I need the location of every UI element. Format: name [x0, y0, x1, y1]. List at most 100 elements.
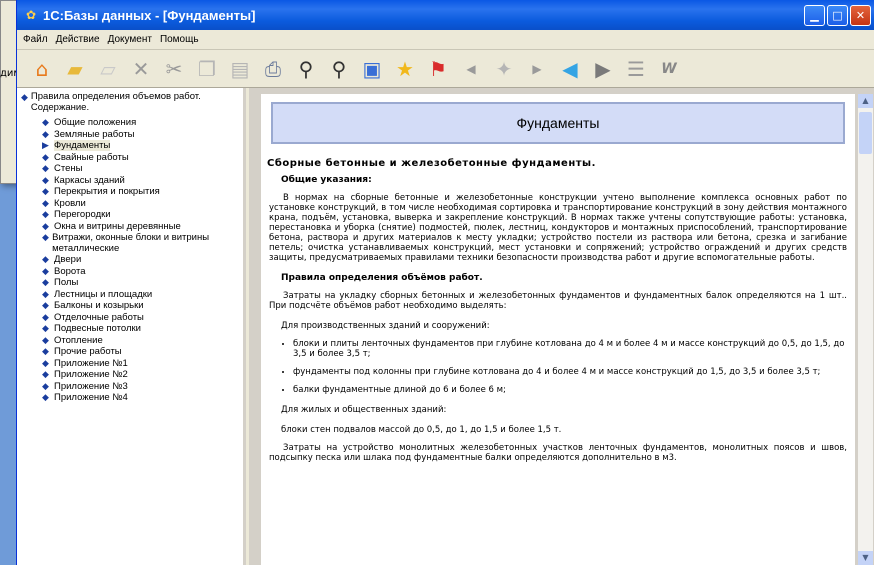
- subheading-rules: Правила определения объёмов работ.: [281, 273, 483, 283]
- tree-item-label: Перегородки: [54, 209, 111, 221]
- tree-item[interactable]: ◆ Прочие работы: [17, 346, 243, 358]
- tree-item[interactable]: ▶ Фундаменты: [17, 140, 243, 152]
- section-heading: Сборные бетонные и железобетонные фундам…: [267, 158, 596, 169]
- diamond-icon: ◆: [42, 288, 49, 299]
- document-view: Фундаменты Сборные бетонные и железобето…: [261, 94, 855, 565]
- delete-icon[interactable]: ✕: [126, 54, 156, 84]
- diamond-icon: ◆: [42, 300, 49, 311]
- tree-item-label: Приложение №3: [54, 380, 128, 392]
- menu-action[interactable]: Действие: [56, 34, 100, 45]
- title-bar[interactable]: ✿ 1С:Базы данных - [Фундаменты] ▁ □ ✕: [17, 0, 874, 30]
- maximize-button[interactable]: □: [827, 4, 848, 26]
- open-folder-icon[interactable]: ▰: [60, 54, 90, 84]
- scroll-down-button[interactable]: ▼: [858, 551, 873, 565]
- favorite-star-icon[interactable]: ★: [390, 54, 420, 84]
- tree-item[interactable]: ◆ Стены: [17, 163, 243, 175]
- diamond-icon: ◆: [42, 334, 49, 345]
- window-title: 1С:Базы данных - [Фундаменты]: [43, 7, 256, 23]
- tree-item[interactable]: ◆ Лестницы и площадки: [17, 289, 243, 301]
- cut-icon[interactable]: ✂: [159, 54, 189, 84]
- tree-item-label: Отделочные работы: [54, 311, 144, 323]
- list-item: блоки и плиты ленточных фундаментов при …: [293, 339, 847, 359]
- tree-item[interactable]: ◆ Окна и витрины деревянные: [17, 221, 243, 233]
- tree-item[interactable]: ◆ Балконы и козырьки: [17, 300, 243, 312]
- diamond-icon: ◆: [42, 346, 49, 357]
- tree-item-label: Окна и витрины деревянные: [54, 220, 181, 232]
- tree-item-label: Кровли: [54, 197, 86, 209]
- paste-icon[interactable]: ▤: [225, 54, 255, 84]
- home-icon[interactable]: ⌂: [27, 54, 57, 84]
- diamond-icon: ◆: [42, 151, 49, 162]
- tree-item[interactable]: ◆ Отделочные работы: [17, 312, 243, 324]
- menu-help[interactable]: Помощь: [160, 34, 199, 45]
- page-title: Фундаменты: [271, 102, 845, 144]
- diamond-icon: ◆: [42, 209, 49, 220]
- list-item: балки фундаментные длиной до 6 и более 6…: [293, 385, 847, 395]
- tree-item[interactable]: ◆ Отопление: [17, 335, 243, 347]
- tree-item-label: Приложение №1: [54, 357, 128, 369]
- paragraph-residential: Для жилых и общественных зданий:: [281, 405, 447, 415]
- content-pane: Фундаменты Сборные бетонные и железобето…: [249, 88, 874, 565]
- diamond-icon: ◆: [21, 92, 28, 102]
- list-item: фундаменты под колонны при глубине котло…: [293, 367, 847, 377]
- tree-item[interactable]: ◆ Ворота: [17, 266, 243, 278]
- flag-icon[interactable]: ⚑: [423, 54, 453, 84]
- tree-item-label: Каркасы зданий: [54, 174, 125, 186]
- tree-item[interactable]: ◆ Витражи, оконные блоки и витрины металл…: [17, 232, 243, 254]
- diamond-icon: ◆: [42, 369, 49, 380]
- paragraph-monolith: Затраты на устройство монолитных железоб…: [269, 443, 847, 463]
- subheading-general: Общие указания:: [281, 175, 372, 185]
- back-icon[interactable]: ◀: [555, 54, 585, 84]
- print-icon[interactable]: ⎙: [258, 54, 288, 84]
- menu-file[interactable]: Файл: [23, 34, 48, 45]
- tree-item[interactable]: ◆ Перекрытия и покрытия: [17, 186, 243, 198]
- diamond-icon: ◆: [42, 277, 49, 288]
- find-icon[interactable]: ⚲: [291, 54, 321, 84]
- scroll-up-button[interactable]: ▲: [858, 94, 873, 108]
- tree-item-label: Общие положения: [54, 117, 137, 129]
- forward-icon[interactable]: ▶: [588, 54, 618, 84]
- tree-item[interactable]: ◆ Общие положения: [17, 117, 243, 129]
- close-button[interactable]: ✕: [850, 4, 871, 26]
- tree-item[interactable]: ◆ Подвесные потолки: [17, 323, 243, 335]
- new-folder-icon[interactable]: ▱: [93, 54, 123, 84]
- tree-item[interactable]: ◆ Приложение №2: [17, 369, 243, 381]
- tree-item[interactable]: ◆ Перегородки: [17, 209, 243, 221]
- tree-item[interactable]: ◆ Кровли: [17, 198, 243, 210]
- diamond-icon: ◆: [42, 128, 49, 139]
- vertical-scrollbar[interactable]: ▲ ▼: [858, 94, 873, 565]
- back-small-icon[interactable]: ◀: [456, 54, 486, 84]
- tree-item[interactable]: ◆ Приложение №4: [17, 392, 243, 404]
- word-icon[interactable]: W: [654, 54, 684, 84]
- tree-item-label: Приложение №2: [54, 369, 128, 381]
- menu-bar: Файл Действие Документ Помощь: [17, 30, 874, 50]
- diamond-icon: ◆: [42, 311, 49, 322]
- copy-icon[interactable]: ❐: [192, 54, 222, 84]
- tree-item[interactable]: ◆ Приложение №1: [17, 358, 243, 370]
- structure-icon[interactable]: ☰: [621, 54, 651, 84]
- tree-item[interactable]: ◆ Полы: [17, 277, 243, 289]
- find-next-icon[interactable]: ⚲: [324, 54, 354, 84]
- minimize-button[interactable]: ▁: [804, 4, 825, 26]
- hint-icon[interactable]: ✦: [489, 54, 519, 84]
- tree-item[interactable]: ◆ Приложение №3: [17, 381, 243, 393]
- diamond-icon: ◆: [42, 174, 49, 185]
- tree-item-label: Лестницы и площадки: [54, 288, 153, 300]
- tree-item[interactable]: ◆ Двери: [17, 254, 243, 266]
- tree-item[interactable]: ◆ Земляные работы: [17, 129, 243, 141]
- tree-item[interactable]: ◆ Свайные работы: [17, 152, 243, 164]
- diamond-icon: ◆: [42, 380, 49, 391]
- diamond-icon: ◆: [42, 117, 49, 128]
- forward-small-icon[interactable]: ▶: [522, 54, 552, 84]
- preview-icon[interactable]: ▣: [357, 54, 387, 84]
- scroll-thumb[interactable]: [859, 112, 872, 154]
- arrow-icon: ▶: [42, 140, 49, 151]
- paragraph-general: В нормах на сборные бетонные и железобет…: [269, 193, 847, 263]
- tree-item-label: Витражи, оконные блоки и витрины металли…: [52, 232, 210, 254]
- tree-item-label: Перекрытия и покрытия: [54, 186, 160, 198]
- diamond-icon: ◆: [42, 392, 49, 403]
- tree-item[interactable]: ◆ Каркасы зданий: [17, 175, 243, 187]
- tree-root[interactable]: ◆ Правила определения объемов работ. Сод…: [17, 88, 243, 113]
- tree-item-label: Фундаменты: [54, 140, 111, 152]
- menu-document[interactable]: Документ: [108, 34, 152, 45]
